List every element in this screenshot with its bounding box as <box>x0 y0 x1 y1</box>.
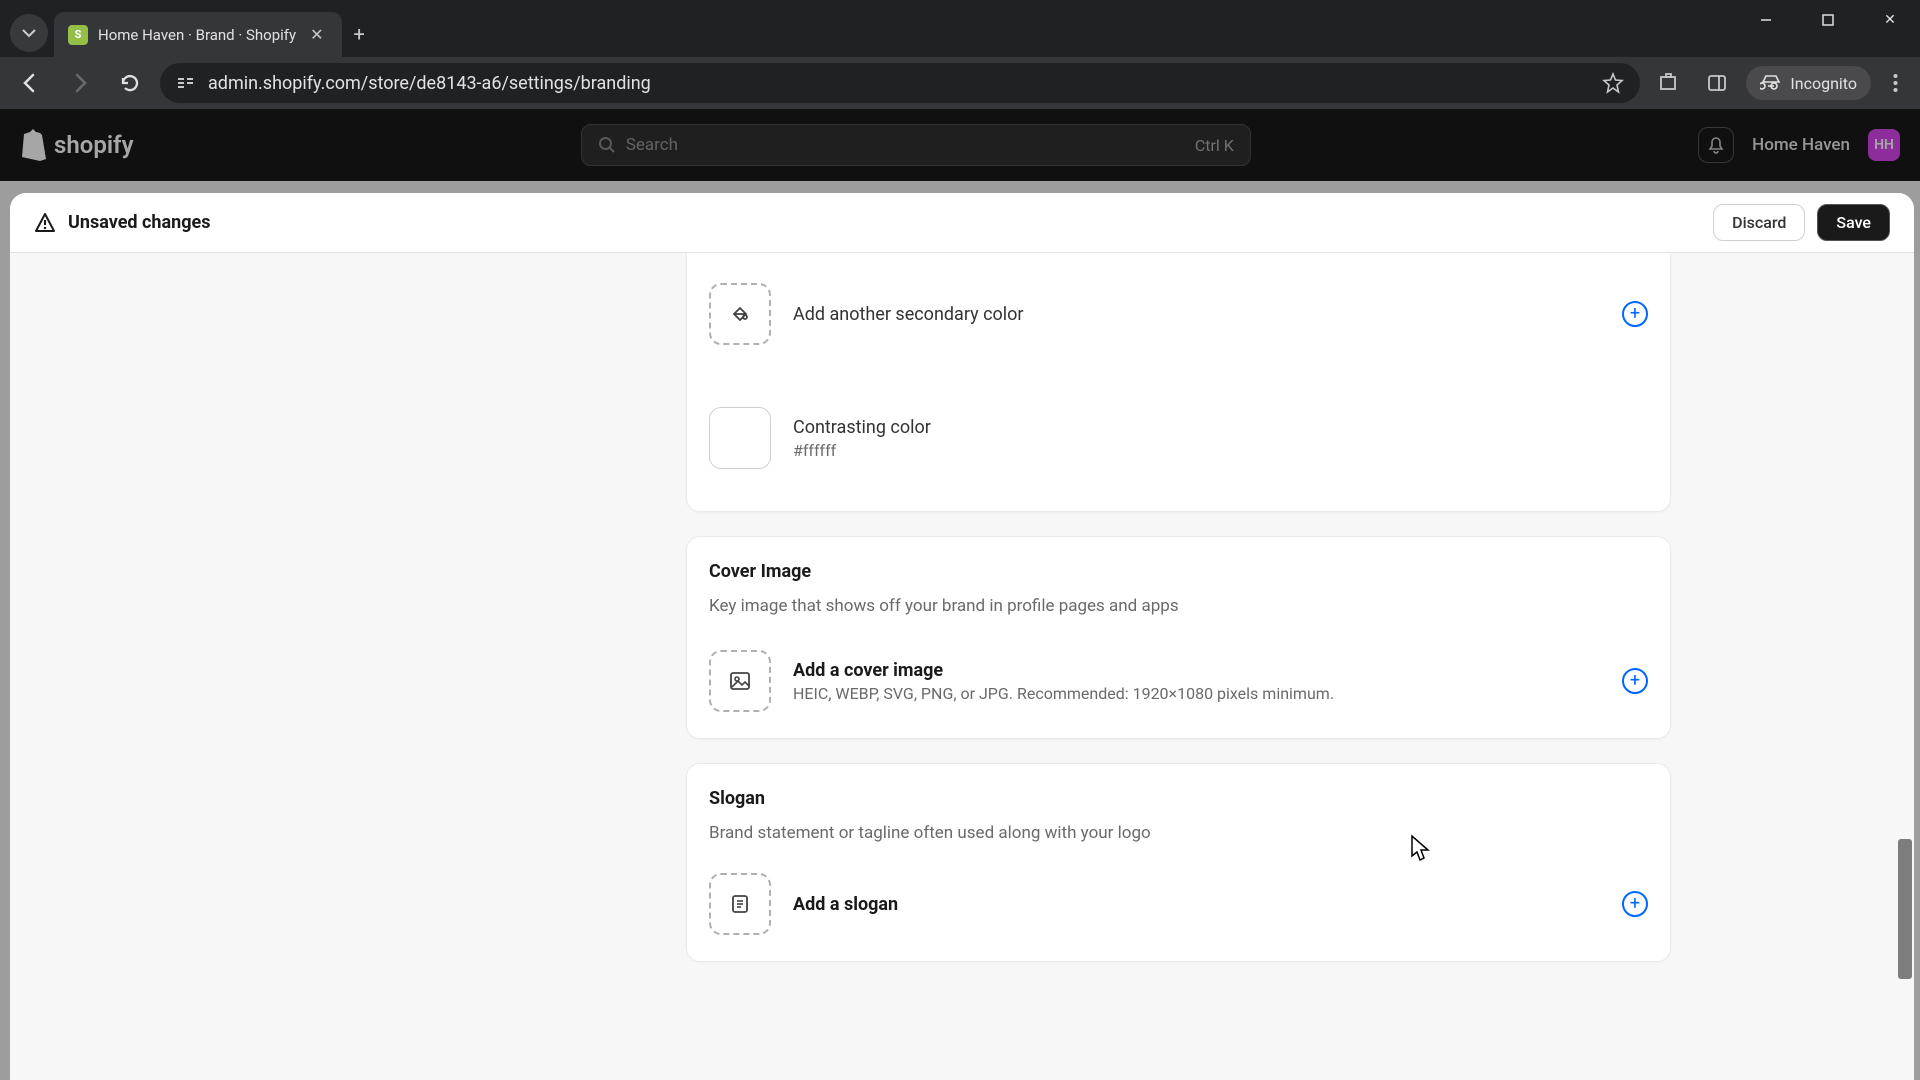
back-button[interactable] <box>10 63 50 103</box>
incognito-badge[interactable]: Incognito <box>1746 66 1871 100</box>
modal-header: Unsaved changes Discard Save <box>10 193 1914 253</box>
browser-tab[interactable]: S Home Haven · Brand · Shopify ✕ <box>54 12 342 57</box>
url-text: admin.shopify.com/store/de8143-a6/settin… <box>208 73 1590 94</box>
discard-button[interactable]: Discard <box>1713 204 1805 241</box>
incognito-icon <box>1760 72 1782 94</box>
tab-title: Home Haven · Brand · Shopify <box>98 26 296 44</box>
new-tab-button[interactable]: + <box>342 12 377 56</box>
page-viewport: shopify Search Ctrl K Home Haven HH Unsa… <box>0 109 1920 1080</box>
url-bar[interactable]: admin.shopify.com/store/de8143-a6/settin… <box>160 63 1640 103</box>
shopify-favicon: S <box>68 25 88 45</box>
side-panel-icon[interactable] <box>1698 64 1736 102</box>
add-secondary-color-label: Add another secondary color <box>793 304 1622 325</box>
forward-button[interactable] <box>60 63 100 103</box>
add-cover-image-label: Add a cover image <box>793 660 1622 681</box>
browser-address-bar: admin.shopify.com/store/de8143-a6/settin… <box>0 57 1920 109</box>
contrasting-color-label: Contrasting color <box>793 417 1648 438</box>
add-slogan-label: Add a slogan <box>793 894 1622 915</box>
add-slogan-row[interactable]: Add a slogan + <box>687 859 1670 961</box>
add-cover-plus-button[interactable]: + <box>1622 668 1648 694</box>
cover-image-card: Cover Image Key image that shows off you… <box>686 536 1671 739</box>
scrollbar-thumb[interactable] <box>1898 839 1912 979</box>
contrasting-color-value: #ffffff <box>793 441 1648 460</box>
close-tab-icon[interactable]: ✕ <box>306 23 327 46</box>
unsaved-changes-label: Unsaved changes <box>68 212 210 233</box>
slogan-card: Slogan Brand statement or tagline often … <box>686 763 1671 962</box>
reload-button[interactable] <box>110 63 150 103</box>
contrasting-color-row[interactable]: Contrasting color #ffffff <box>687 393 1670 483</box>
bookmark-icon[interactable] <box>1602 72 1624 94</box>
add-slogan-plus-button[interactable]: + <box>1622 891 1648 917</box>
add-secondary-color-row[interactable]: Add another secondary color + <box>687 269 1670 359</box>
modal-content: Add another secondary color + Contrastin… <box>10 253 1914 1080</box>
paint-bucket-icon <box>709 283 771 345</box>
image-icon <box>709 650 771 712</box>
scrollbar[interactable] <box>1894 313 1914 1080</box>
document-icon <box>709 873 771 935</box>
settings-modal: Unsaved changes Discard Save Add another… <box>10 193 1914 1080</box>
extensions-icon[interactable] <box>1650 64 1688 102</box>
search-tabs-button[interactable] <box>10 14 48 52</box>
add-cover-image-row[interactable]: Add a cover image HEIC, WEBP, SVG, PNG, … <box>687 636 1670 738</box>
add-secondary-plus-button[interactable]: + <box>1622 301 1648 327</box>
warning-icon <box>34 212 56 234</box>
minimize-button[interactable] <box>1736 0 1796 40</box>
slogan-desc: Brand statement or tagline often used al… <box>709 823 1648 843</box>
cover-image-desc: Key image that shows off your brand in p… <box>709 596 1648 616</box>
maximize-button[interactable] <box>1798 0 1858 40</box>
save-button[interactable]: Save <box>1817 204 1890 241</box>
add-cover-image-hint: HEIC, WEBP, SVG, PNG, or JPG. Recommende… <box>793 684 1622 703</box>
browser-menu-icon[interactable] <box>1881 65 1910 101</box>
slogan-title: Slogan <box>709 788 1648 809</box>
browser-tab-strip: S Home Haven · Brand · Shopify ✕ + ✕ <box>0 0 1920 57</box>
site-info-icon[interactable] <box>176 73 196 93</box>
close-window-button[interactable]: ✕ <box>1860 0 1920 40</box>
colors-card: Add another secondary color + Contrastin… <box>686 253 1671 512</box>
contrasting-color-swatch <box>709 407 771 469</box>
cover-image-title: Cover Image <box>709 561 1648 582</box>
